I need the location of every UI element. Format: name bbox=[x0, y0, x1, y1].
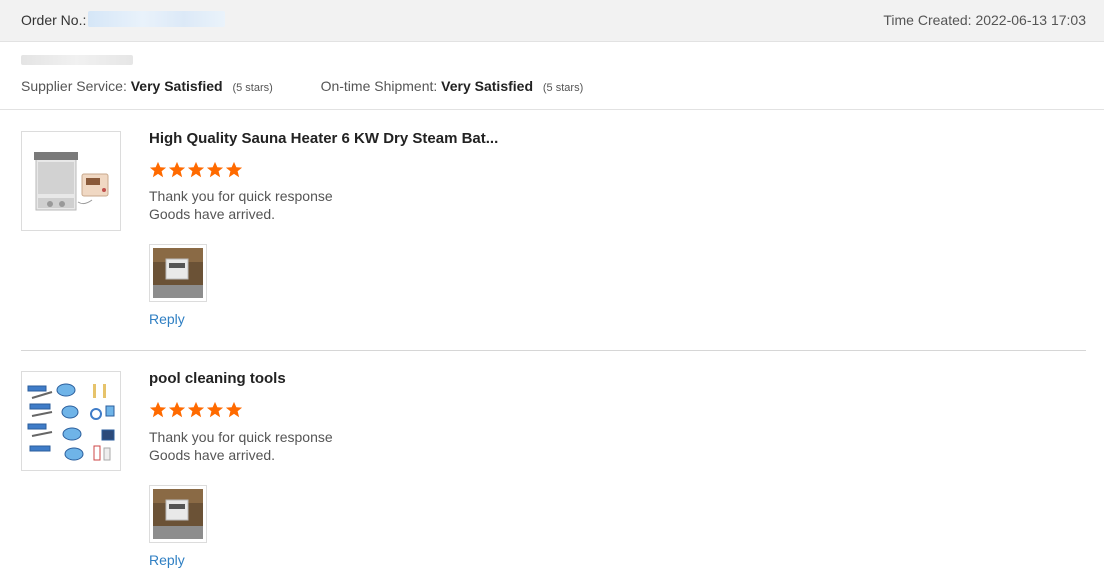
divider bbox=[0, 109, 1104, 110]
supplier-service-value: Very Satisfied bbox=[130, 78, 223, 94]
review-comment-line: Goods have arrived. bbox=[149, 447, 276, 463]
review-star-rating bbox=[149, 401, 244, 419]
star-icon bbox=[149, 161, 167, 178]
pool-tools-image bbox=[27, 383, 115, 461]
order-header: Order No.: Time Created: 2022-06-13 17:0… bbox=[0, 0, 1104, 42]
star-icon bbox=[206, 401, 224, 418]
buyer-name-redacted bbox=[21, 55, 133, 65]
reply-link[interactable]: Reply bbox=[149, 311, 185, 327]
order-number-value-redacted[interactable] bbox=[88, 11, 225, 27]
review-comment-line: Thank you for quick response bbox=[149, 188, 333, 204]
star-icon bbox=[206, 161, 224, 178]
product-thumbnail-sauna-heater[interactable] bbox=[21, 131, 121, 231]
star-icon bbox=[187, 161, 205, 178]
product-title[interactable]: High Quality Sauna Heater 6 KW Dry Steam… bbox=[149, 130, 498, 147]
review-photo[interactable] bbox=[149, 244, 207, 302]
star-icon bbox=[168, 401, 186, 418]
supplier-ratings: Supplier Service: Very Satisfied (5 star… bbox=[21, 78, 583, 94]
star-icon bbox=[225, 161, 243, 178]
star-icon bbox=[187, 401, 205, 418]
review-photo[interactable] bbox=[149, 485, 207, 543]
supplier-service-stars: (5 stars) bbox=[232, 82, 273, 94]
sauna-heater-image bbox=[34, 152, 109, 211]
review-comment: Thank you for quick response Goods have … bbox=[149, 187, 333, 223]
review-photo-image bbox=[153, 489, 203, 539]
shipment-stars: (5 stars) bbox=[542, 82, 584, 94]
review-comment: Thank you for quick response Goods have … bbox=[149, 428, 333, 464]
product-thumbnail-pool-tools[interactable] bbox=[21, 371, 121, 471]
reply-link[interactable]: Reply bbox=[149, 552, 185, 568]
shipment-label: On-time Shipment: bbox=[320, 78, 438, 94]
supplier-service-label: Supplier Service: bbox=[21, 78, 127, 94]
review-comment-line: Thank you for quick response bbox=[149, 429, 333, 445]
order-number-label: Order No.: bbox=[21, 12, 87, 28]
shipment-value: Very Satisfied bbox=[441, 78, 533, 94]
time-created: Time Created: 2022-06-13 17:03 bbox=[883, 12, 1086, 28]
star-icon bbox=[225, 401, 243, 418]
star-icon bbox=[168, 161, 186, 178]
time-created-label: Time Created: bbox=[883, 12, 972, 28]
review-photo-image bbox=[153, 248, 203, 298]
time-created-value: 2022-06-13 17:03 bbox=[975, 12, 1086, 28]
product-title[interactable]: pool cleaning tools bbox=[149, 370, 286, 387]
star-icon bbox=[149, 401, 167, 418]
review-star-rating bbox=[149, 161, 244, 179]
review-divider bbox=[21, 350, 1086, 351]
review-comment-line: Goods have arrived. bbox=[149, 206, 276, 222]
